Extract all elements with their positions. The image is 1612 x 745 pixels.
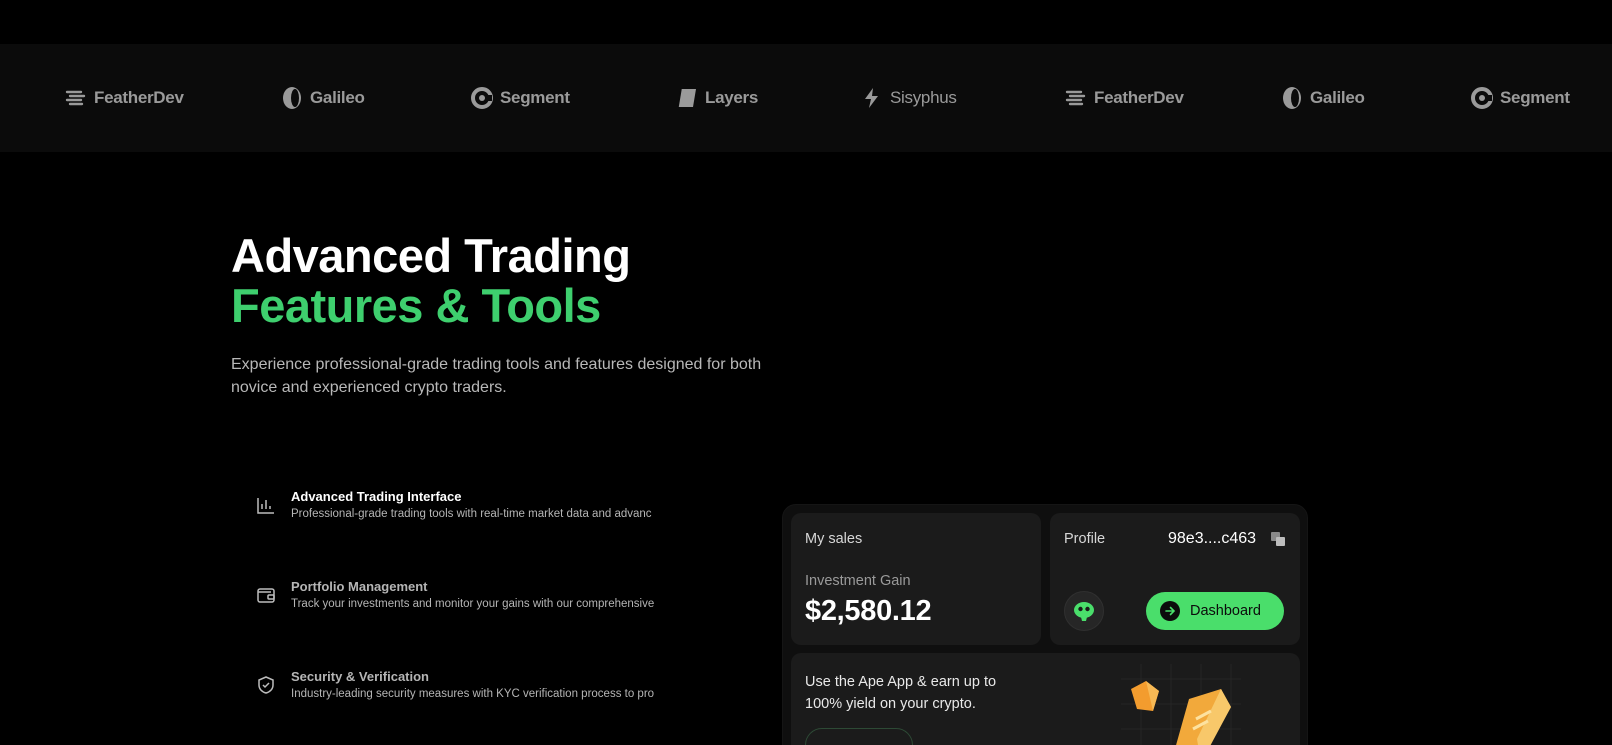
segment-arc-icon bbox=[471, 87, 493, 109]
logo-sisyphus: Sisyphus bbox=[860, 84, 957, 112]
promo-text: Use the Ape App & earn up to 100% yield … bbox=[805, 674, 997, 712]
feature-description: Industry-leading security measures with … bbox=[291, 688, 655, 700]
promo-card: Use the Ape App & earn up to 100% yield … bbox=[791, 653, 1300, 745]
wallet-icon bbox=[257, 588, 275, 603]
avatar[interactable] bbox=[1064, 591, 1104, 631]
feature-tab-trading-interface[interactable]: Advanced Trading Interface Professional-… bbox=[256, 489, 656, 533]
arrow-right-icon bbox=[1160, 601, 1180, 621]
logo-label: Layers bbox=[705, 88, 759, 107]
partner-logo-strip: FeatherDev Galileo Segment Layers Sisyph… bbox=[0, 44, 1612, 152]
feature-description: Professional-grade trading tools with re… bbox=[291, 508, 652, 520]
profile-card: Profile 98e3....c463 Dashboard bbox=[1050, 513, 1300, 645]
hero-title-line1: Advanced Trading bbox=[231, 229, 631, 282]
feather-stack-icon bbox=[1065, 90, 1086, 106]
promo-button[interactable] bbox=[805, 728, 913, 745]
layers-icon bbox=[677, 88, 696, 108]
logo-galileo: Galileo bbox=[280, 84, 365, 112]
feather-stack-icon bbox=[65, 90, 86, 106]
wallet-address: 98e3....c463 bbox=[1168, 530, 1257, 547]
investment-gain-label: Investment Gain bbox=[805, 573, 911, 589]
logo-featherdev: FeatherDev bbox=[64, 84, 184, 112]
dashboard-button[interactable]: Dashboard bbox=[1146, 592, 1284, 630]
logo-galileo: Galileo bbox=[1280, 84, 1365, 112]
dashboard-button-label: Dashboard bbox=[1190, 603, 1261, 619]
bolt-icon bbox=[865, 88, 878, 108]
galileo-oval-icon bbox=[1283, 87, 1301, 109]
app-preview-panel: My sales Investment Gain $2,580.12 Profi… bbox=[782, 504, 1308, 745]
copy-icon[interactable] bbox=[1270, 531, 1286, 547]
hero-subtitle: Experience professional-grade trading to… bbox=[231, 356, 762, 396]
sales-card: My sales Investment Gain $2,580.12 bbox=[791, 513, 1041, 645]
feature-title: Portfolio Management bbox=[291, 579, 428, 594]
logo-layers: Layers bbox=[675, 84, 758, 112]
logo-segment: Segment bbox=[1470, 84, 1570, 112]
hero-title-line2: Features & Tools bbox=[231, 279, 601, 332]
segment-arc-icon bbox=[1471, 87, 1493, 109]
gold-token-illustration bbox=[1121, 664, 1241, 745]
hero-title: Advanced Trading Features & Tools bbox=[231, 229, 631, 332]
logo-label: Sisyphus bbox=[890, 88, 957, 107]
logo-label: Segment bbox=[1500, 88, 1570, 107]
investment-gain-value: $2,580.12 bbox=[805, 595, 932, 627]
profile-label: Profile bbox=[1064, 531, 1106, 547]
feature-tab-portfolio[interactable]: Portfolio Management Track your investme… bbox=[256, 579, 656, 623]
feature-description: Track your investments and monitor your … bbox=[291, 598, 655, 610]
feature-title: Security & Verification bbox=[291, 669, 429, 684]
sales-label: My sales bbox=[805, 531, 863, 547]
shield-check-icon bbox=[258, 676, 274, 694]
galileo-oval-icon bbox=[283, 87, 301, 109]
logo-label: FeatherDev bbox=[1094, 88, 1184, 107]
feature-title: Advanced Trading Interface bbox=[291, 489, 462, 504]
bar-chart-icon bbox=[257, 498, 274, 514]
logo-label: Segment bbox=[500, 88, 570, 107]
logo-segment: Segment bbox=[470, 84, 570, 112]
feature-tab-security[interactable]: Security & Verification Industry-leading… bbox=[256, 669, 656, 713]
ape-avatar-icon bbox=[1074, 602, 1094, 621]
logo-featherdev: FeatherDev bbox=[1064, 84, 1184, 112]
logo-label: Galileo bbox=[310, 88, 365, 107]
logo-label: FeatherDev bbox=[94, 88, 184, 107]
logo-label: Galileo bbox=[1310, 88, 1365, 107]
